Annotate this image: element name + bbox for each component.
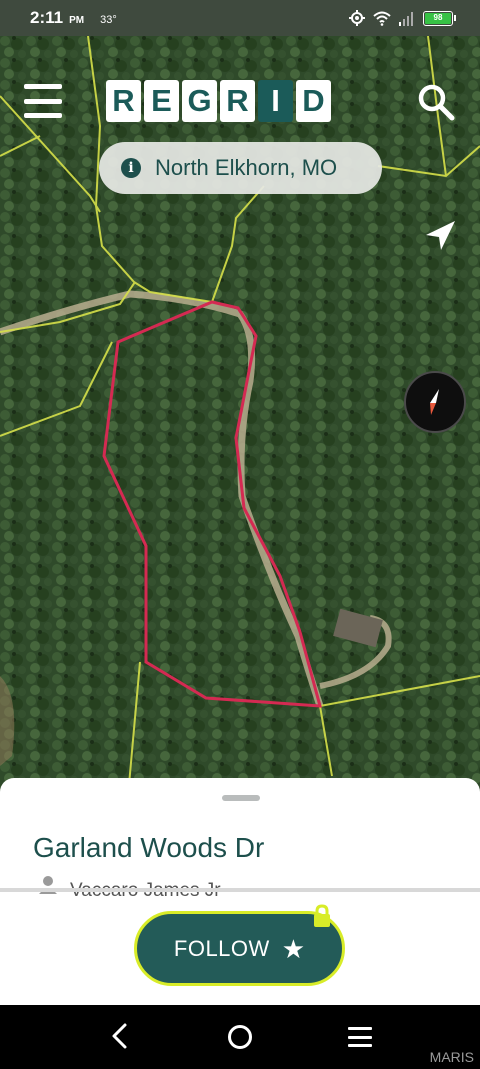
navigation-arrow-icon[interactable] [420, 216, 460, 256]
system-nav-bar: MARIS [0, 1005, 480, 1069]
follow-label: FOLLOW [173, 935, 270, 961]
parcel-address: Garland Woods Dr [33, 832, 265, 863]
info-icon: i [121, 158, 141, 178]
battery-level: 98 [425, 12, 451, 24]
logo-letter: I [258, 80, 293, 122]
compass-button[interactable] [404, 371, 466, 433]
watermark: MARIS [429, 1049, 474, 1065]
follow-button[interactable]: FOLLOW ★ [134, 904, 345, 986]
status-icons: 98 [349, 10, 456, 26]
recents-icon[interactable] [348, 1027, 372, 1047]
regrid-logo: R E G R I D [106, 80, 331, 122]
signal-bars-icon [399, 11, 413, 26]
location-target-icon [349, 10, 365, 26]
battery-icon: 98 [423, 10, 456, 26]
status-bar: 2:11 PM 33° 98 [0, 0, 480, 36]
owner-row: Vaccaro James Jr [38, 872, 221, 896]
logo-letter: R [106, 80, 141, 122]
hamburger-menu-icon [24, 84, 62, 89]
parcel-bottom-sheet[interactable]: Garland Woods Dr Vaccaro James Jr FOLLOW… [0, 778, 480, 1005]
status-time: 2:11 [30, 8, 64, 27]
divider [0, 888, 480, 892]
home-icon[interactable] [228, 1025, 252, 1049]
logo-letter: E [144, 80, 179, 122]
compass-icon [430, 389, 439, 415]
status-temperature: 33° [100, 14, 117, 26]
back-icon[interactable] [108, 1022, 132, 1050]
logo-letter: R [220, 80, 255, 122]
star-icon: ★ [281, 933, 306, 964]
logo-letter: G [182, 80, 217, 122]
location-pill[interactable]: i North Elkhorn, MO [99, 142, 382, 194]
wifi-icon [373, 11, 391, 26]
search-icon[interactable] [416, 82, 456, 122]
drag-handle[interactable] [222, 795, 260, 801]
logo-letter: D [296, 80, 331, 122]
location-name: North Elkhorn, MO [155, 155, 338, 180]
menu-button[interactable] [24, 84, 62, 118]
lock-icon [314, 904, 330, 927]
status-left: 2:11 PM 33° [30, 8, 117, 28]
status-ampm: PM [69, 15, 85, 26]
